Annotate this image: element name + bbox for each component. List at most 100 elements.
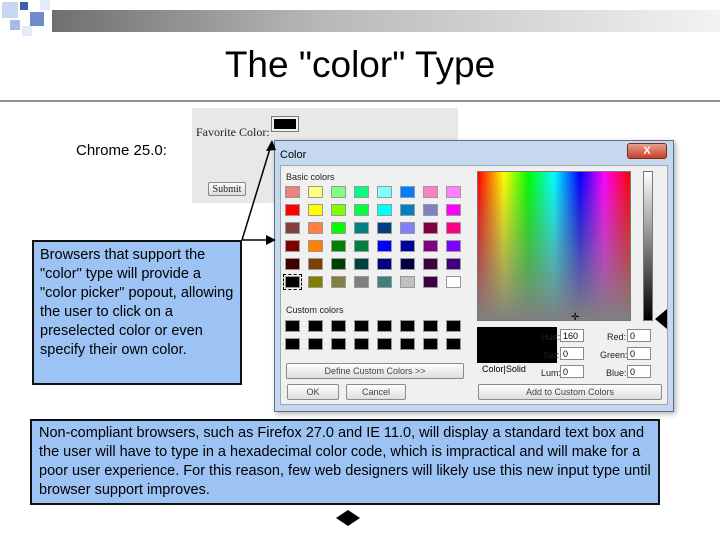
basic-color-swatch[interactable]	[423, 204, 438, 216]
basic-color-swatch[interactable]	[308, 186, 323, 198]
basic-color-swatch[interactable]	[400, 222, 415, 234]
noncompliant-callout: Non-compliant browsers, such as Firefox …	[30, 419, 660, 505]
custom-color-swatch[interactable]	[354, 338, 369, 350]
basic-color-swatch[interactable]	[354, 276, 369, 288]
basic-color-swatch[interactable]	[446, 240, 461, 252]
decorative-square	[2, 2, 18, 18]
lum-label: Lum:	[541, 368, 562, 378]
decorative-square	[10, 20, 20, 30]
basic-color-swatch[interactable]	[285, 222, 300, 234]
basic-color-swatch[interactable]	[377, 240, 392, 252]
title-divider	[0, 100, 720, 102]
basic-color-swatch[interactable]	[400, 240, 415, 252]
basic-color-swatch[interactable]	[400, 204, 415, 216]
basic-color-swatch[interactable]	[423, 258, 438, 270]
basic-color-swatch[interactable]	[423, 186, 438, 198]
add-to-custom-colors-button[interactable]: Add to Custom Colors	[478, 384, 662, 400]
custom-color-swatch[interactable]	[423, 338, 438, 350]
hue-label: Hue:	[541, 332, 561, 342]
basic-color-swatch[interactable]	[308, 258, 323, 270]
basic-color-swatch[interactable]	[354, 186, 369, 198]
ok-button[interactable]: OK	[287, 384, 339, 400]
basic-color-swatch[interactable]	[331, 186, 346, 198]
basic-color-swatch[interactable]	[308, 204, 323, 216]
decorative-square	[30, 12, 44, 26]
basic-color-swatch[interactable]	[285, 204, 300, 216]
green-field[interactable]: 0	[627, 347, 651, 360]
color-input-swatch[interactable]	[271, 116, 299, 132]
custom-color-swatch[interactable]	[446, 320, 461, 332]
decorative-square	[20, 2, 28, 10]
support-callout: Browsers that support the "color" type w…	[32, 240, 242, 385]
basic-color-swatch[interactable]	[331, 204, 346, 216]
basic-color-swatch[interactable]	[331, 276, 346, 288]
blue-label: Blue:	[606, 368, 627, 378]
lum-field[interactable]: 0	[560, 365, 584, 378]
basic-color-swatch[interactable]	[331, 240, 346, 252]
basic-color-swatch[interactable]	[377, 204, 392, 216]
sat-label: Sat:	[543, 350, 560, 360]
hue-field[interactable]: 160	[560, 329, 584, 342]
basic-color-swatch[interactable]	[285, 186, 300, 198]
basic-color-swatch[interactable]	[308, 276, 323, 288]
decorative-square	[40, 0, 50, 10]
custom-color-swatch[interactable]	[377, 320, 392, 332]
submit-button[interactable]: Submit	[208, 182, 246, 196]
red-field[interactable]: 0	[627, 329, 651, 342]
custom-color-swatch[interactable]	[400, 320, 415, 332]
basic-color-swatch[interactable]	[423, 222, 438, 234]
basic-colors-label: Basic colors	[286, 172, 335, 182]
basic-color-swatch[interactable]	[354, 222, 369, 234]
basic-color-swatch[interactable]	[354, 204, 369, 216]
custom-color-swatch[interactable]	[308, 320, 323, 332]
basic-color-swatch[interactable]	[354, 240, 369, 252]
slider-arrow-icon[interactable]	[655, 309, 667, 329]
basic-color-swatch[interactable]	[377, 186, 392, 198]
diamond-icon	[336, 510, 360, 526]
basic-color-swatch[interactable]	[400, 276, 415, 288]
basic-color-swatch[interactable]	[308, 222, 323, 234]
basic-color-swatch[interactable]	[400, 258, 415, 270]
basic-color-swatch[interactable]	[446, 186, 461, 198]
basic-color-swatch[interactable]	[377, 222, 392, 234]
basic-color-swatch[interactable]	[308, 240, 323, 252]
basic-color-swatch[interactable]	[285, 258, 300, 270]
custom-color-swatch[interactable]	[285, 338, 300, 350]
browser-label: Chrome 25.0:	[76, 142, 167, 159]
custom-color-swatch[interactable]	[285, 320, 300, 332]
custom-color-swatch[interactable]	[354, 320, 369, 332]
basic-color-swatch[interactable]	[446, 258, 461, 270]
custom-color-swatch[interactable]	[423, 320, 438, 332]
basic-color-swatch[interactable]	[446, 222, 461, 234]
basic-color-swatch[interactable]	[446, 276, 461, 288]
custom-color-swatch[interactable]	[308, 338, 323, 350]
basic-color-swatch[interactable]	[423, 276, 438, 288]
basic-color-swatch[interactable]	[354, 258, 369, 270]
crosshair-icon: ✛	[571, 312, 580, 323]
basic-color-swatch[interactable]	[377, 276, 392, 288]
custom-color-swatch[interactable]	[446, 338, 461, 350]
define-custom-colors-button[interactable]: Define Custom Colors >>	[286, 363, 464, 379]
custom-color-swatch[interactable]	[400, 338, 415, 350]
red-label: Red:	[607, 332, 627, 342]
blue-field[interactable]: 0	[627, 365, 651, 378]
color-solid-label: Color|Solid	[482, 364, 526, 374]
close-button[interactable]: X	[627, 143, 667, 159]
basic-color-swatch[interactable]	[331, 258, 346, 270]
custom-color-swatch[interactable]	[377, 338, 392, 350]
basic-color-swatch[interactable]	[331, 222, 346, 234]
basic-color-swatch[interactable]	[446, 204, 461, 216]
sat-field[interactable]: 0	[560, 347, 584, 360]
custom-color-swatch[interactable]	[331, 338, 346, 350]
basic-color-swatch[interactable]	[377, 258, 392, 270]
basic-color-swatch[interactable]	[285, 240, 300, 252]
swatch-color	[274, 119, 296, 129]
basic-color-swatch[interactable]	[423, 240, 438, 252]
color-spectrum[interactable]	[477, 171, 631, 321]
luminosity-slider[interactable]	[643, 171, 653, 321]
basic-color-swatch[interactable]	[283, 274, 302, 290]
custom-color-swatch[interactable]	[331, 320, 346, 332]
cancel-button[interactable]: Cancel	[346, 384, 406, 400]
header-bar	[52, 10, 720, 32]
basic-color-swatch[interactable]	[400, 186, 415, 198]
